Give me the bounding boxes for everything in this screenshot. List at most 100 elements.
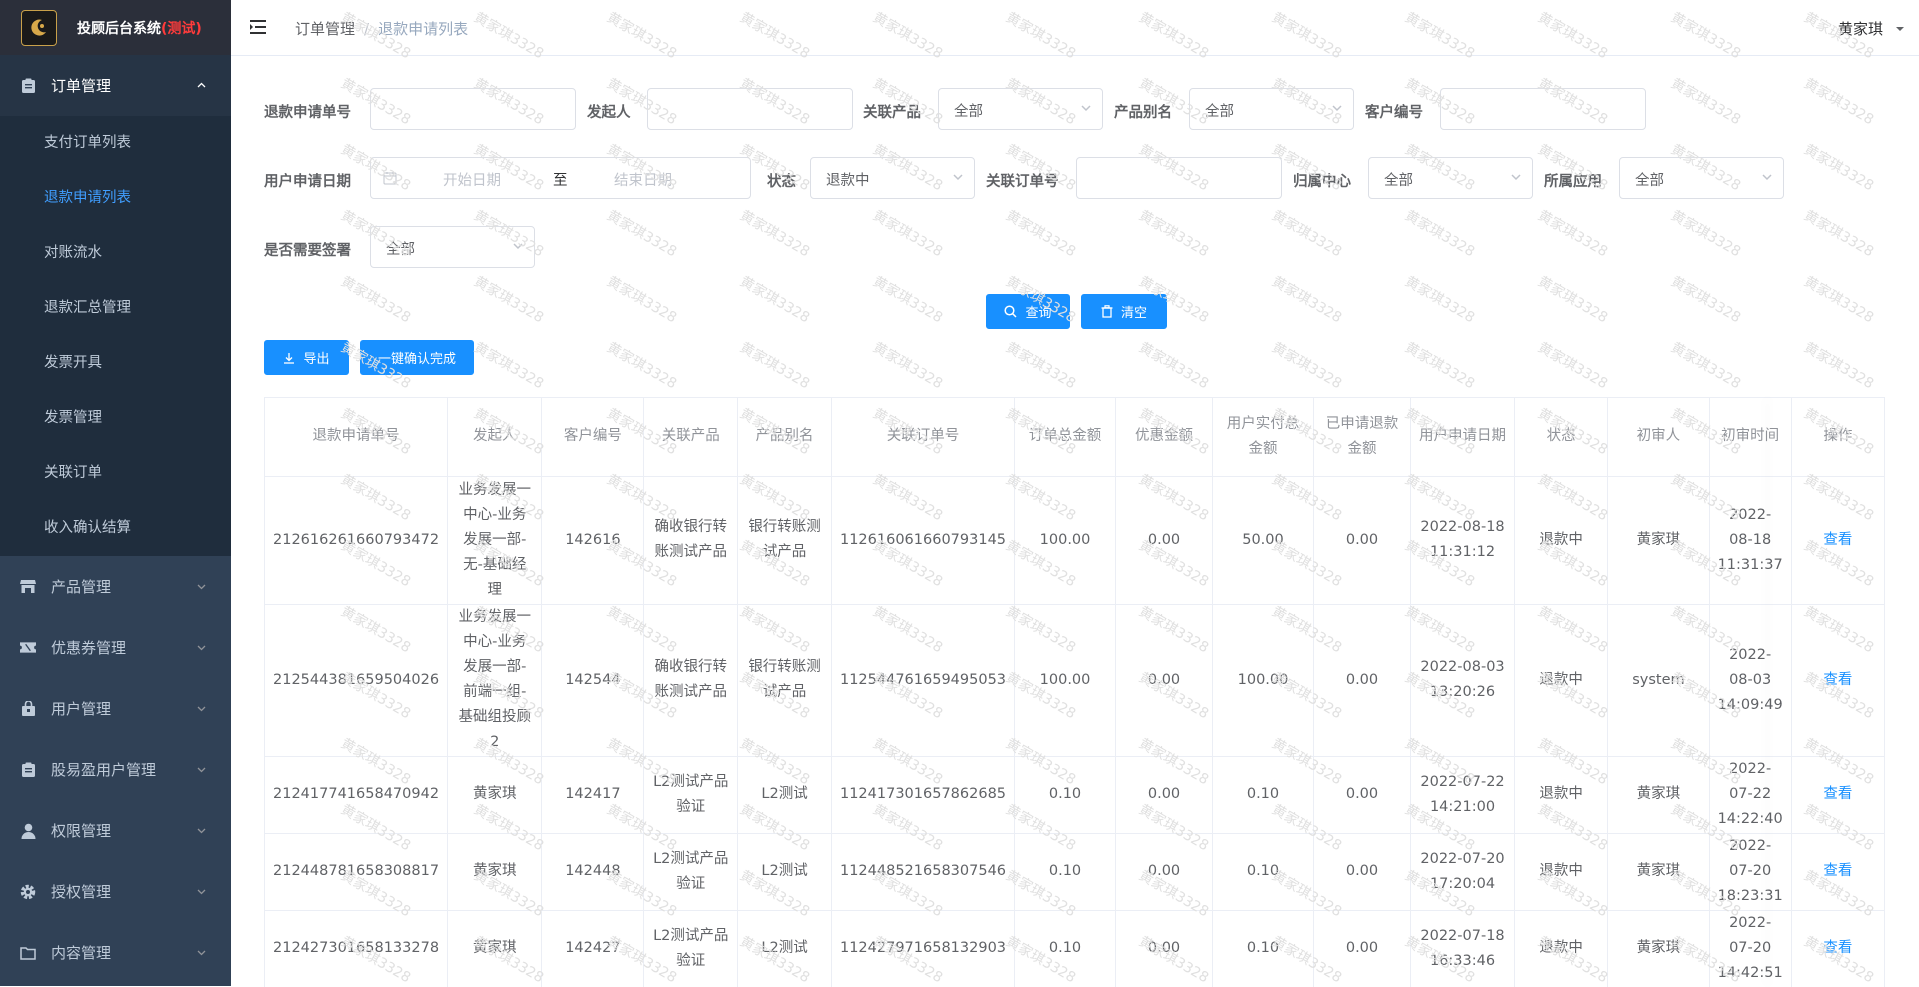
column-header: 操作: [1791, 398, 1885, 477]
watermark-text: 黄家琪3328: [1269, 339, 1345, 393]
sidebar-item-5[interactable]: 发票管理: [0, 391, 231, 446]
cell-review-time: 2022-07-22 14:22:40: [1709, 756, 1792, 834]
cell-product: L2测试产品验证: [643, 910, 739, 987]
cell-refund-no: 212544381659504026: [265, 604, 449, 757]
chevron-down-icon: [512, 240, 524, 256]
table-header-row: 退款申请单号 发起人 客户编号 关联产品 产品别名 关联订单号 订单总金额 优惠金额 用户实付总…: [265, 398, 1885, 477]
watermark-text: 黄家琪3328: [1668, 273, 1744, 327]
status-select[interactable]: 退款中: [810, 157, 975, 199]
watermark-text: 黄家琪3328: [1269, 207, 1345, 261]
cell-order-no: 112544761659495053: [831, 604, 1016, 757]
search-button[interactable]: 查询: [986, 294, 1070, 329]
cell-customer: 142427: [541, 910, 645, 987]
sidebar-group-label: 产品管理: [51, 578, 112, 596]
need-sign-select-value: 全部: [386, 242, 415, 258]
cell-apply-date: 2022-08-18 11:31:12: [1410, 476, 1516, 605]
start-date-input[interactable]: 开始日期: [443, 169, 501, 190]
caret-down-icon: [1895, 20, 1905, 38]
sidebar-item-4[interactable]: 发票开具: [0, 336, 231, 391]
clipboard-icon: [20, 78, 36, 94]
cell-paid: 0.10: [1212, 833, 1314, 911]
view-link[interactable]: 查看: [1791, 604, 1885, 757]
sidebar-item-0[interactable]: 支付订单列表: [0, 116, 231, 171]
order-no-input[interactable]: [1076, 157, 1282, 199]
column-header: 已申请退款金额: [1313, 398, 1412, 477]
cell-product: 确收银行转账测试产品: [643, 476, 739, 605]
cell-order-no: 112427971658132903: [831, 910, 1016, 987]
sidebar-item-2[interactable]: 对账流水: [0, 226, 231, 281]
cell-apply-date: 2022-08-03 13:20:26: [1410, 604, 1516, 757]
refund-no-input[interactable]: [370, 88, 576, 130]
export-button[interactable]: 导出: [264, 340, 349, 375]
sidebar-group-7[interactable]: 内容管理: [0, 922, 231, 983]
sidebar-group-4[interactable]: 股易盈用户管理: [0, 739, 231, 800]
view-link[interactable]: 查看: [1791, 476, 1885, 605]
cell-status: 退款中: [1514, 604, 1609, 757]
breadcrumb-separator: /: [364, 20, 370, 38]
app-title: 投顾后台系统(测试): [77, 20, 202, 37]
watermark-text: 黄家琪3328: [604, 273, 680, 327]
cell-total: 0.10: [1014, 833, 1116, 911]
cell-paid: 50.00: [1212, 476, 1314, 605]
user-menu[interactable]: 黄家琪: [1838, 18, 1905, 39]
product-select[interactable]: 全部: [938, 88, 1103, 130]
need-sign-select[interactable]: 全部: [370, 226, 535, 268]
watermark-text: 黄家琪3328: [1136, 207, 1212, 261]
column-header: 关联订单号: [831, 398, 1016, 477]
table-row: 212417741658470942 黄家琪 142417 L2测试产品验证 L2测试 1…: [265, 756, 1885, 834]
breadcrumb-item-orders[interactable]: 订单管理: [295, 20, 355, 38]
cell-apply-date: 2022-07-20 17:20:04: [1410, 833, 1516, 911]
cell-alias: L2测试: [737, 910, 832, 987]
sidebar-group-2[interactable]: 优惠券管理: [0, 617, 231, 678]
column-header: 客户编号: [541, 398, 645, 477]
cell-review-time: 2022-08-03 14:09:49: [1709, 604, 1792, 757]
watermark-text: 黄家琪3328: [737, 339, 813, 393]
sidebar-item-1[interactable]: 退款申请列表: [0, 171, 231, 226]
cell-review-time: 2022-07-20 14:42:51: [1709, 910, 1792, 987]
initiator-input[interactable]: [647, 88, 853, 130]
end-date-input[interactable]: 结束日期: [614, 169, 672, 190]
store-icon: [20, 579, 36, 595]
hamburger-icon[interactable]: [249, 18, 267, 40]
sidebar-item-6[interactable]: 关联订单: [0, 446, 231, 501]
customer-no-input[interactable]: [1440, 88, 1646, 130]
watermark-text: 黄家琪3328: [1668, 207, 1744, 261]
app-select[interactable]: 全部: [1619, 157, 1784, 199]
apply-date-range[interactable]: 开始日期 至 结束日期: [370, 157, 751, 199]
column-header: 产品别名: [737, 398, 832, 477]
sidebar-group-6[interactable]: 授权管理: [0, 861, 231, 922]
center-label: 归属中心: [1293, 174, 1351, 190]
sidebar-group-0[interactable]: 订单管理: [0, 55, 231, 116]
sidebar-group-label: 授权管理: [51, 883, 112, 901]
center-select[interactable]: 全部: [1368, 157, 1533, 199]
clear-button[interactable]: 清空: [1081, 294, 1167, 329]
sidebar-group-5[interactable]: 权限管理: [0, 800, 231, 861]
cell-alias: 银行转账测试产品: [737, 604, 832, 757]
view-link[interactable]: 查看: [1791, 833, 1885, 911]
watermark-text: 黄家琪3328: [1668, 339, 1744, 393]
sidebar-item-7[interactable]: 收入确认结算: [0, 501, 231, 556]
chevron-down-icon: [1331, 102, 1343, 118]
product-alias-select[interactable]: 全部: [1189, 88, 1354, 130]
confirm-all-button-label: 一键确认完成: [377, 352, 456, 367]
view-link[interactable]: 查看: [1791, 910, 1885, 987]
confirm-all-button[interactable]: 一键确认完成: [360, 340, 474, 375]
sidebar-item-3[interactable]: 退款汇总管理: [0, 281, 231, 336]
chevron-down-icon: [196, 761, 207, 779]
column-header: 状态: [1514, 398, 1609, 477]
watermark-text: 黄家琪3328: [1535, 207, 1611, 261]
sidebar-group-1[interactable]: 产品管理: [0, 556, 231, 617]
table-row: 212544381659504026 业务发展一中心-业务发展一部-前端一组-基础…: [265, 604, 1885, 757]
watermark-text: 黄家琪3328: [1269, 273, 1345, 327]
sidebar-group-3[interactable]: 用户管理: [0, 678, 231, 739]
cell-alias: L2测试: [737, 756, 832, 834]
status-select-value: 退款中: [826, 173, 870, 189]
view-link[interactable]: 查看: [1791, 756, 1885, 834]
watermark-text: 黄家琪3328: [604, 207, 680, 261]
download-icon: [284, 352, 295, 364]
cell-reviewer: 黄家琪: [1607, 756, 1710, 834]
cell-discount: 0.00: [1115, 910, 1214, 987]
cell-paid: 100.00: [1212, 604, 1314, 757]
cell-order-no: 112616061660793145: [831, 476, 1016, 605]
app-select-value: 全部: [1635, 173, 1664, 189]
